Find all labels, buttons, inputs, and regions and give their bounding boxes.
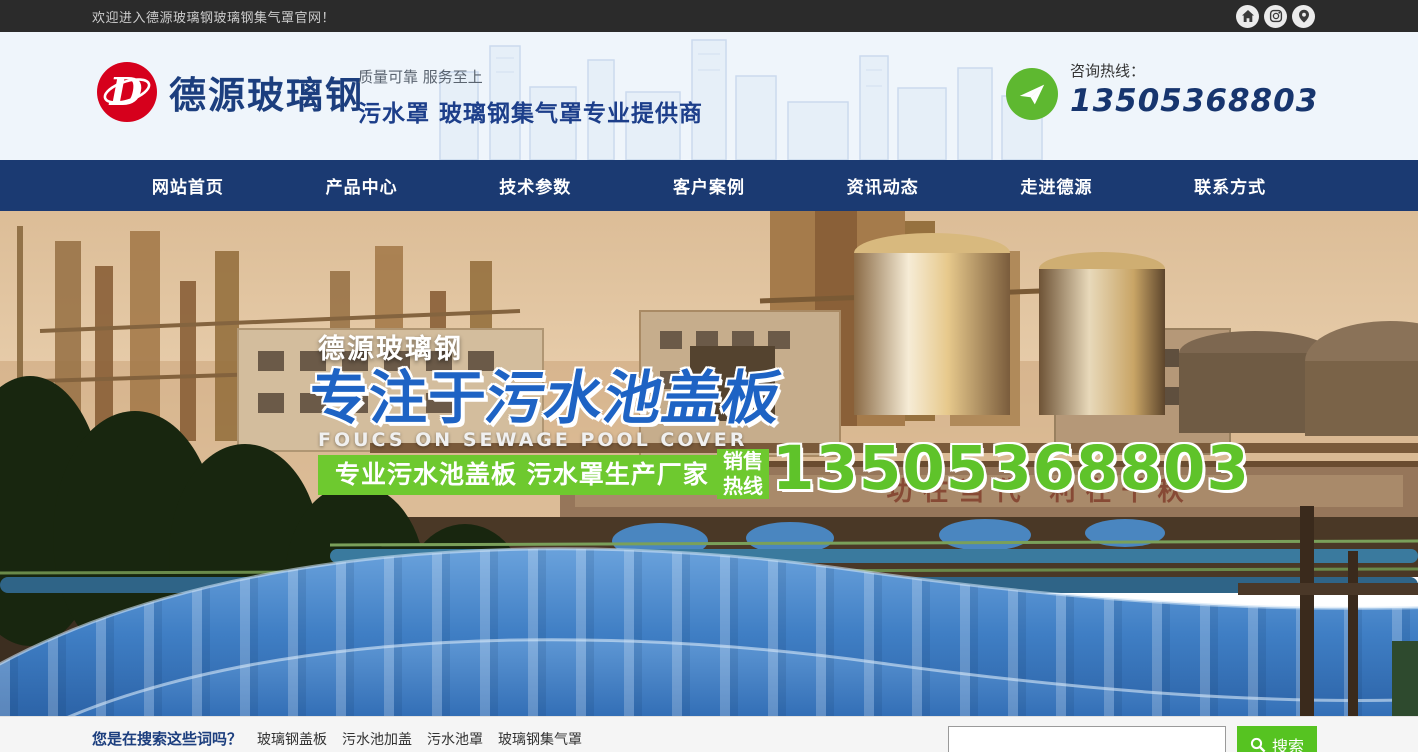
hero-hotline-label: 销售 热线 bbox=[717, 449, 769, 499]
nav-item-contact[interactable]: 联系方式 bbox=[1143, 160, 1317, 211]
keyword-link[interactable]: 污水池加盖 bbox=[342, 729, 412, 749]
search-section: 您是在搜索这些词吗？ 玻璃钢盖板 污水池加盖 污水池罩 玻璃钢集气罩 搜索 bbox=[0, 716, 1418, 752]
welcome-text: 欢迎进入德源玻璃钢玻璃钢集气罩官网！ bbox=[92, 7, 335, 26]
main-nav: 网站首页 产品中心 技术参数 客户案例 资讯动态 走进德源 联系方式 bbox=[0, 160, 1418, 211]
hero-tagline-badge: 专业污水池盖板 污水罩生产厂家 bbox=[318, 455, 726, 495]
nav-item-news[interactable]: 资讯动态 bbox=[796, 160, 970, 211]
keyword-link[interactable]: 玻璃钢集气罩 bbox=[498, 729, 582, 749]
nav-item-tech-params[interactable]: 技术参数 bbox=[448, 160, 622, 211]
location-icon[interactable] bbox=[1292, 5, 1315, 28]
magnifier-icon bbox=[1250, 737, 1266, 752]
hotline-label: 咨询热线： bbox=[1070, 60, 1318, 81]
search-prompt: 您是在搜索这些词吗？ bbox=[92, 728, 242, 749]
slogan-quality: 质量可靠 服务至上 bbox=[358, 66, 703, 87]
header: D 德源玻璃钢 质量可靠 服务至上 污水罩 玻璃钢集气罩专业提供商 咨询热线： … bbox=[0, 32, 1418, 160]
search-input[interactable] bbox=[948, 726, 1226, 752]
hero-banner[interactable]: 功在当代 利在千秋 bbox=[0, 211, 1418, 716]
page: 欢迎进入德源玻璃钢玻璃钢集气罩官网！ bbox=[0, 0, 1418, 752]
hotline-number: 13505368803 bbox=[1070, 83, 1318, 119]
nav-item-cases[interactable]: 客户案例 bbox=[622, 160, 796, 211]
nav-item-home[interactable]: 网站首页 bbox=[101, 160, 275, 211]
nav-inner: 网站首页 产品中心 技术参数 客户案例 资讯动态 走进德源 联系方式 bbox=[101, 160, 1317, 211]
keyword-link[interactable]: 玻璃钢盖板 bbox=[257, 729, 327, 749]
hero-headline-prefix: 专注于 bbox=[310, 364, 487, 432]
hero-hotline-label-line1: 销售 bbox=[717, 449, 769, 474]
header-slogan: 质量可靠 服务至上 污水罩 玻璃钢集气罩专业提供商 bbox=[358, 66, 703, 128]
logo[interactable]: D 德源玻璃钢 bbox=[95, 60, 364, 124]
nav-item-products[interactable]: 产品中心 bbox=[275, 160, 449, 211]
hero-subheadline-en: FOUCS ON SEWAGE POOL COVER bbox=[318, 429, 747, 451]
search-button[interactable]: 搜索 bbox=[1237, 726, 1317, 752]
logo-icon: D bbox=[95, 60, 159, 124]
hero-hotline-label-line2: 热线 bbox=[717, 474, 769, 499]
nav-item-about[interactable]: 走进德源 bbox=[970, 160, 1144, 211]
hero-headline: 专注于污水池盖板 bbox=[310, 351, 782, 435]
home-icon[interactable] bbox=[1236, 5, 1259, 28]
search-button-label: 搜索 bbox=[1272, 733, 1304, 752]
slogan-main: 污水罩 玻璃钢集气罩专业提供商 bbox=[358, 94, 703, 128]
search-keywords: 您是在搜索这些词吗？ 玻璃钢盖板 污水池加盖 污水池罩 玻璃钢集气罩 bbox=[92, 728, 582, 749]
header-hotline: 咨询热线： 13505368803 bbox=[1006, 60, 1318, 120]
instagram-icon[interactable] bbox=[1264, 5, 1287, 28]
logo-letter: D bbox=[109, 69, 143, 114]
social-icons bbox=[1236, 5, 1315, 28]
paper-plane-icon bbox=[1006, 68, 1058, 120]
logo-text: 德源玻璃钢 bbox=[169, 65, 364, 119]
keyword-link[interactable]: 污水池罩 bbox=[427, 729, 483, 749]
hero-headline-main: 污水池盖板 bbox=[480, 351, 790, 435]
hero-hotline-number: 13505368803 bbox=[772, 433, 1250, 504]
topbar: 欢迎进入德源玻璃钢玻璃钢集气罩官网！ bbox=[0, 0, 1418, 32]
